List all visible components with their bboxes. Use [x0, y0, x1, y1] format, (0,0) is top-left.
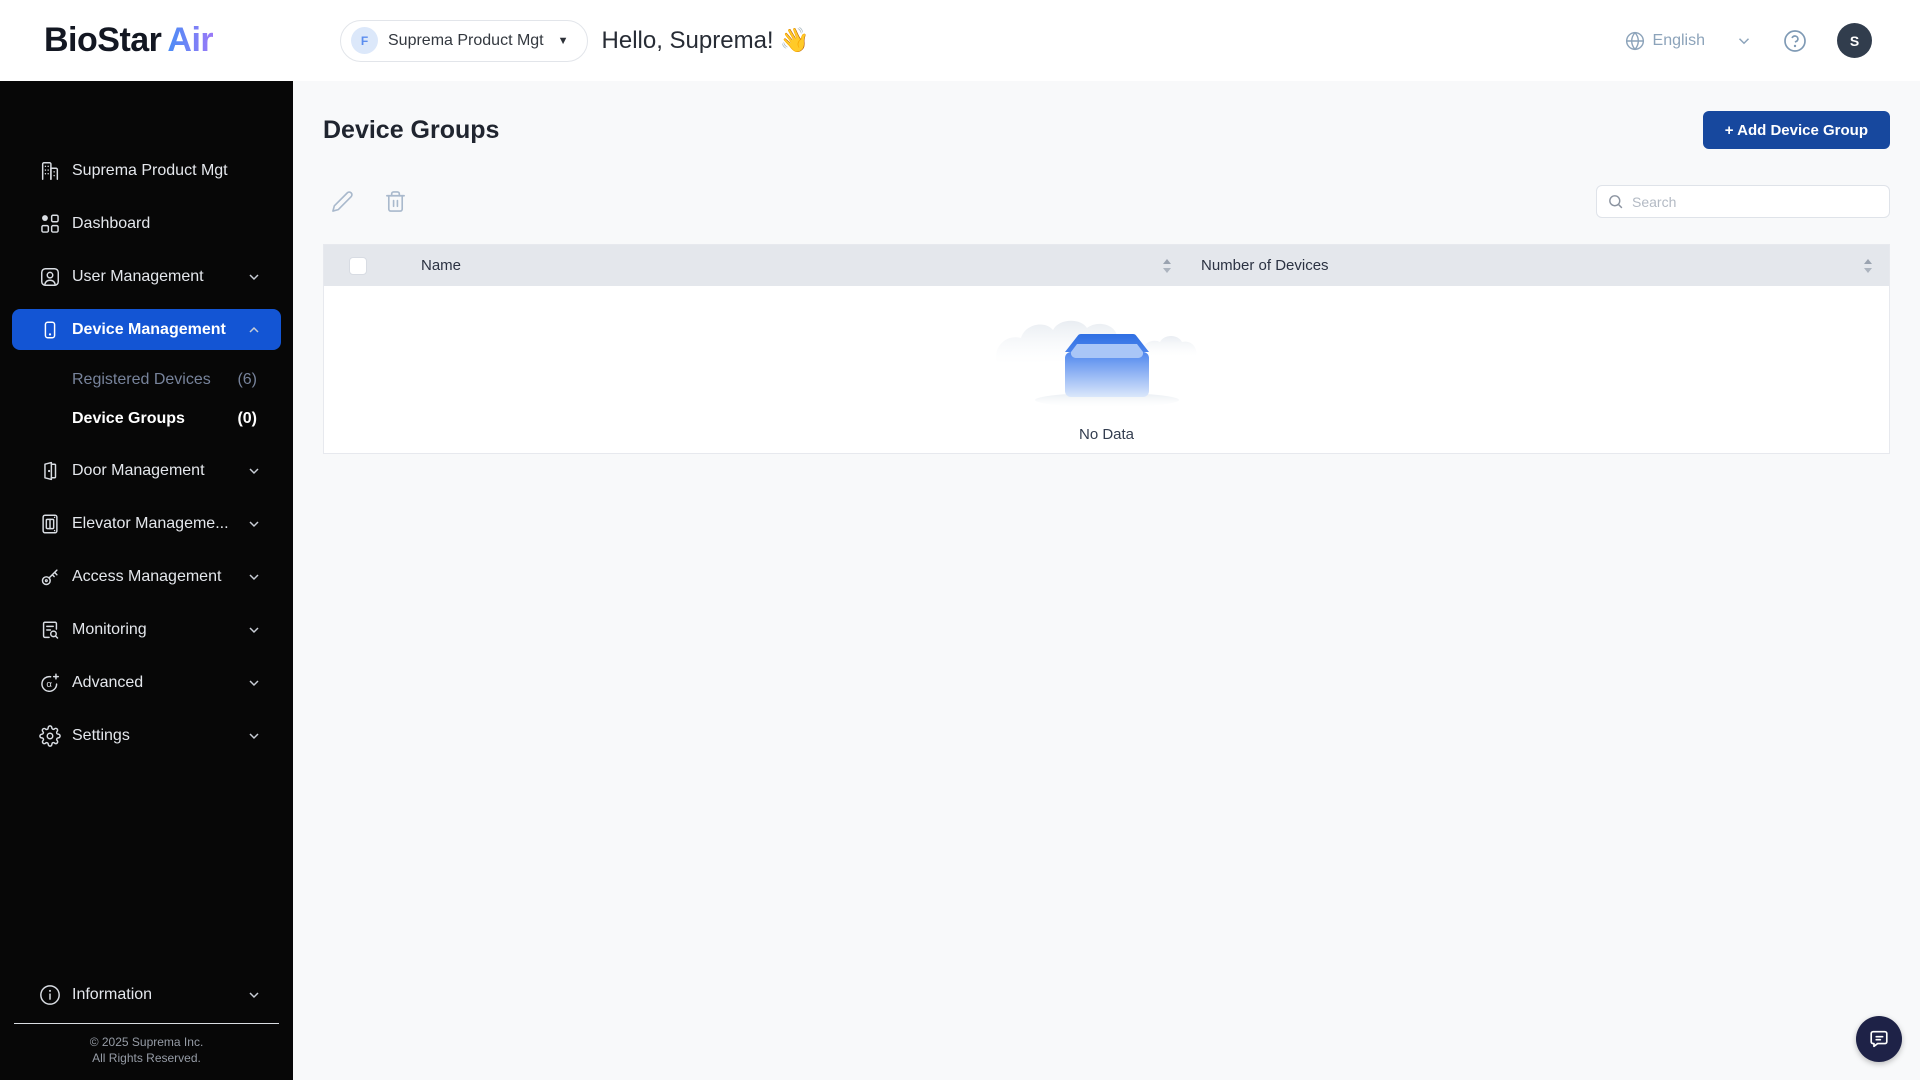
sidebar-item-monitoring[interactable]: Monitoring — [0, 603, 293, 656]
help-icon[interactable] — [1783, 29, 1807, 53]
organization-badge: F — [351, 27, 378, 54]
chevron-up-icon — [246, 322, 262, 338]
sidebar-subitem-device-groups[interactable]: Device Groups (0) — [0, 399, 293, 438]
globe-icon — [1625, 31, 1644, 50]
device-management-submenu: Registered Devices (6) Device Groups (0) — [0, 356, 293, 444]
select-all-checkbox[interactable] — [349, 256, 367, 275]
trash-icon[interactable] — [384, 190, 407, 213]
sidebar-item-user-management[interactable]: User Management — [0, 250, 293, 303]
sidebar-item-settings[interactable]: Settings — [0, 709, 293, 762]
sidebar-item-label: Advanced — [72, 673, 144, 691]
gear-icon — [38, 724, 62, 748]
sidebar-item-label: Settings — [72, 726, 130, 744]
user-icon — [38, 265, 62, 289]
sidebar-item-advanced[interactable]: α Advanced — [0, 656, 293, 709]
elevator-icon — [38, 512, 62, 536]
chevron-down-icon — [246, 516, 262, 532]
copyright-line2: All Rights Reserved. — [92, 1051, 201, 1065]
top-bar-actions: English S — [1625, 23, 1872, 58]
language-selector[interactable]: English — [1625, 31, 1705, 51]
sidebar-item-information[interactable]: Information — [0, 968, 293, 1021]
device-groups-table: Name Number of Devices No Data — [323, 244, 1890, 454]
organization-selector[interactable]: F Suprema Product Mgt ▼ — [340, 19, 588, 62]
sidebar-nav: Suprema Product Mgt Dashboard User Manag… — [0, 81, 293, 762]
greeting-label: Hello, Suprema! — [601, 27, 774, 54]
no-data-illustration — [995, 320, 1196, 407]
top-bar: BioStar Air F Suprema Product Mgt ▼ Hello… — [0, 0, 1920, 81]
sidebar: Suprema Product Mgt Dashboard User Manag… — [0, 81, 293, 1080]
info-icon — [38, 983, 62, 1007]
monitoring-icon — [38, 618, 62, 642]
key-icon — [38, 565, 62, 589]
building-icon — [38, 159, 62, 183]
sidebar-item-door-management[interactable]: Door Management — [0, 444, 293, 497]
edit-icon[interactable] — [331, 190, 354, 213]
door-icon — [38, 459, 62, 483]
sidebar-item-label: Information — [72, 985, 153, 1003]
chevron-down-icon[interactable] — [1735, 32, 1753, 50]
chevron-down-icon — [246, 987, 262, 1003]
sort-icon — [1863, 258, 1873, 273]
column-header-name[interactable]: Name — [380, 257, 1180, 274]
table-empty-state: No Data — [324, 286, 1889, 453]
subitem-count: (6) — [237, 370, 257, 388]
sidebar-item-device-management[interactable]: Device Management — [12, 309, 281, 350]
sidebar-item-label: Door Management — [72, 461, 205, 479]
copyright: © 2025 Suprema Inc. All Rights Reserved. — [0, 1034, 293, 1080]
table-toolbar — [323, 185, 1890, 218]
sidebar-item-label: Dashboard — [72, 214, 151, 232]
column-header-number-of-devices[interactable]: Number of Devices — [1180, 257, 1889, 274]
chevron-down-icon — [246, 269, 262, 285]
organization-name: Suprema Product Mgt — [388, 31, 544, 49]
sidebar-subitem-registered-devices[interactable]: Registered Devices (6) — [0, 360, 293, 399]
device-icon — [38, 318, 62, 342]
dashboard-icon — [38, 212, 62, 236]
sidebar-item-label: Access Management — [72, 567, 222, 585]
sort-icon — [1162, 258, 1172, 273]
sidebar-item-suprema-product-mgt[interactable]: Suprema Product Mgt — [0, 144, 293, 197]
sidebar-item-label: Monitoring — [72, 620, 147, 638]
search-input[interactable] — [1632, 193, 1879, 210]
chat-support-button[interactable] — [1856, 1016, 1902, 1062]
sidebar-item-label: Elevator Manageme... — [72, 514, 229, 532]
sidebar-item-elevator-management[interactable]: Elevator Manageme... — [0, 497, 293, 550]
subitem-label: Device Groups — [72, 409, 185, 427]
app: BioStar Air F Suprema Product Mgt ▼ Hello… — [0, 0, 1920, 1080]
subitem-count: (0) — [237, 409, 257, 427]
sidebar-divider — [14, 1023, 279, 1024]
chevron-down-icon — [246, 622, 262, 638]
chevron-down-icon — [246, 728, 262, 744]
sidebar-item-label: Suprema Product Mgt — [72, 161, 228, 179]
sidebar-item-label: User Management — [72, 267, 204, 285]
avatar[interactable]: S — [1837, 23, 1872, 58]
sidebar-item-dashboard[interactable]: Dashboard — [0, 197, 293, 250]
wave-emoji: 👋 — [779, 27, 810, 54]
chevron-down-icon — [246, 675, 262, 691]
advanced-icon: α — [38, 671, 62, 695]
caret-down-icon: ▼ — [557, 34, 569, 47]
add-device-group-button[interactable]: + Add Device Group — [1702, 111, 1890, 149]
empty-state-text: No Data — [1078, 426, 1135, 443]
copyright-line1: © 2025 Suprema Inc. — [89, 1035, 204, 1049]
subitem-label: Registered Devices — [72, 370, 211, 388]
sidebar-item-access-management[interactable]: Access Management — [0, 550, 293, 603]
chevron-down-icon — [246, 569, 262, 585]
main-content: Device Groups + Add Device Group Search … — [293, 81, 1920, 1080]
sidebar-item-label: Device Management — [72, 320, 226, 338]
page-title: Device Groups — [323, 115, 500, 144]
search-icon — [1609, 195, 1623, 209]
column-label: Number of Devices — [1201, 257, 1329, 274]
language-label: English — [1652, 31, 1705, 49]
chevron-down-icon — [246, 463, 262, 479]
table-header-row: Name Number of Devices — [324, 245, 1889, 286]
search-box — [1596, 185, 1890, 218]
app-logo: BioStar Air — [44, 21, 340, 60]
chat-bubble-icon — [1870, 1030, 1888, 1048]
logo-text-primary: BioStar — [44, 21, 162, 59]
sidebar-bottom: Information © 2025 Suprema Inc. All Righ… — [0, 968, 293, 1080]
svg-text:α: α — [46, 679, 52, 690]
logo-text-secondary: Air — [167, 21, 214, 59]
column-label: Name — [421, 257, 462, 274]
greeting-text: Hello, Suprema! 👋 — [602, 26, 810, 55]
